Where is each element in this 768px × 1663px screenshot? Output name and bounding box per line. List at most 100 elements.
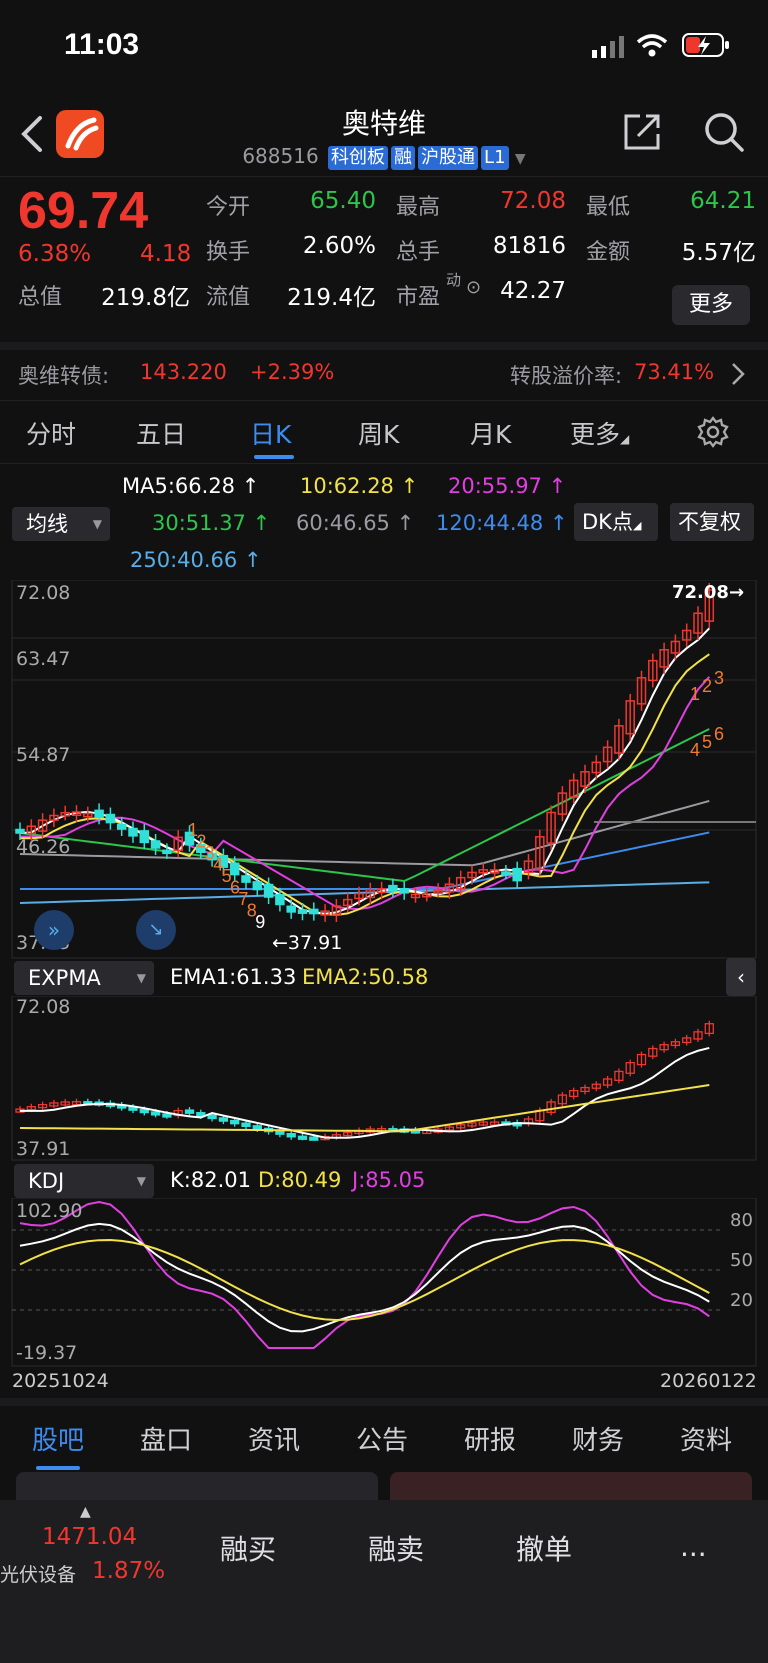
td-top-signal-6: 6	[714, 724, 724, 744]
tab-profile[interactable]: 资料	[680, 1420, 732, 1457]
chevron-right-icon	[732, 363, 745, 385]
candle-body	[139, 830, 150, 844]
expma-chart[interactable]	[0, 996, 768, 1162]
tab-orderbook[interactable]: 盘口	[140, 1420, 192, 1457]
volume-label: 总手	[396, 240, 441, 265]
amount-value: 5.57亿	[681, 240, 756, 266]
candle-body	[501, 871, 511, 876]
expma-selector[interactable]: EXPMA ▼	[14, 961, 154, 995]
low-label: 最低	[586, 195, 631, 220]
expma-candle-body	[297, 1135, 308, 1140]
ema1-line	[20, 1046, 710, 1139]
ma250-value: 250:40.66 ↑	[130, 548, 262, 572]
open-label: 今开	[206, 195, 251, 220]
y-label-2: 54.87	[16, 744, 71, 766]
margin-buy-button[interactable]: 融买	[220, 1528, 276, 1568]
high-marker-label: 72.08	[672, 582, 729, 603]
sector-index-value[interactable]: 1471.04	[42, 1524, 137, 1550]
kdj-level-50: 50	[730, 1250, 753, 1271]
collapse-panel-icon[interactable]: ‹	[726, 958, 756, 996]
pe-dynamic-mark: 动	[446, 271, 462, 289]
kdj-d-value: D:80.49	[258, 1168, 342, 1192]
share-icon[interactable]	[620, 110, 664, 154]
ma20-value: 20:55.97 ↑	[448, 474, 567, 498]
ema1-value: EMA1:61.33	[170, 965, 297, 989]
ma-line-4	[20, 676, 711, 911]
high-marker: 72.08→	[672, 582, 745, 603]
sector-name[interactable]: 光伏设备	[0, 1560, 76, 1587]
fold-left-icon[interactable]: »	[34, 910, 74, 950]
stock-code: 688516	[242, 144, 319, 168]
y-label-3: 46.26	[16, 836, 71, 858]
tab-weekly-k[interactable]: 周K	[358, 415, 399, 451]
more-menu-icon[interactable]: ...	[680, 1530, 707, 1563]
quote-panel: 69.74 6.38% 4.18 今开 65.40 最高 72.08 最低 64…	[0, 176, 768, 336]
turnover-label: 换手	[206, 240, 251, 265]
adjustment-button[interactable]: 不复权	[670, 503, 754, 541]
candle-body	[297, 909, 308, 914]
tab-forum[interactable]: 股吧	[32, 1420, 84, 1457]
forum-card-right[interactable]	[390, 1472, 752, 1502]
candle-body	[263, 883, 274, 898]
volume-value: 81816	[492, 233, 566, 259]
candle-body	[252, 881, 263, 891]
expma-candle-body	[230, 1119, 240, 1125]
wifi-icon	[636, 34, 668, 57]
ma-line-1	[20, 831, 710, 890]
candle-body	[286, 905, 296, 913]
td-signal-9: 9	[255, 912, 265, 932]
tag-margin: 融	[391, 146, 416, 170]
kline-main-chart[interactable]: 1234567891 2 34 5 6	[0, 580, 768, 960]
tab-five-day[interactable]: 五日	[136, 415, 186, 451]
candle-body	[162, 849, 172, 855]
low-marker: ←37.91	[272, 932, 343, 954]
ema2-value: EMA2:50.58	[302, 965, 429, 989]
forum-card-left[interactable]	[16, 1472, 378, 1502]
more-button[interactable]: 更多	[672, 285, 750, 325]
gear-icon[interactable]	[696, 415, 730, 449]
pe-label: 市盈	[396, 285, 441, 310]
tab-intraday[interactable]: 分时	[26, 415, 76, 451]
dk-point-button[interactable]: DK点◢	[574, 503, 658, 541]
td-top-signal-1: 1	[690, 684, 700, 704]
cancel-order-button[interactable]: 撤单	[516, 1528, 572, 1568]
kdj-y-bottom: -19.37	[16, 1342, 78, 1364]
tab-more-label: 更多	[570, 420, 621, 449]
tab-more[interactable]: 更多◢	[570, 415, 629, 451]
tab-monthly-k[interactable]: 月K	[470, 415, 511, 451]
tab-announcements[interactable]: 公告	[356, 1420, 408, 1457]
dropdown-triangle-icon: ▼	[514, 151, 526, 167]
kdj-selector[interactable]: KDJ ▼	[14, 1164, 154, 1198]
stock-header: 奥特维 688516 科创板融沪股通 L1 ▼	[0, 96, 768, 176]
amount-label: 金额	[586, 240, 631, 265]
search-icon[interactable]	[702, 110, 746, 154]
expand-icon[interactable]: ↘	[136, 910, 176, 950]
tab-research[interactable]: 研报	[464, 1420, 516, 1457]
expma-selector-label: EXPMA	[28, 966, 101, 990]
tag-connect: 沪股通	[418, 146, 479, 170]
kdj-y-top: 102.90	[16, 1200, 83, 1222]
margin-sell-button[interactable]: 融卖	[368, 1528, 424, 1568]
up-triangle-icon: ▲	[80, 1504, 91, 1520]
y-label-0: 72.08	[16, 582, 71, 604]
dk-point-label: DK点	[582, 510, 633, 534]
tab-news[interactable]: 资讯	[248, 1420, 300, 1457]
expma-candle-body	[252, 1125, 262, 1130]
premium-label: 转股溢价率:	[510, 364, 623, 388]
candle-body	[128, 827, 138, 837]
expma-candle-body	[286, 1132, 296, 1138]
convertible-bond-row[interactable]: 奥维转债: 143.220 +2.39% 转股溢价率: 73.41%	[0, 342, 768, 394]
high-label: 最高	[396, 195, 441, 220]
dropdown-icon: ▼	[92, 517, 102, 531]
low-marker-label: 37.91	[287, 932, 343, 954]
tab-financials[interactable]: 财务	[572, 1420, 624, 1457]
ma-line-6	[19, 627, 711, 915]
kdj-chart[interactable]	[0, 1198, 768, 1368]
dropdown-icon: ▼	[136, 1174, 146, 1188]
ma-selector[interactable]: 均线 ▼	[12, 507, 110, 541]
tab-daily-k[interactable]: 日K	[250, 415, 291, 451]
kdj-d-line	[19, 1239, 710, 1321]
candle-body	[241, 875, 251, 883]
candle-body	[275, 894, 285, 906]
info-icon[interactable]: ⊙	[466, 277, 481, 298]
